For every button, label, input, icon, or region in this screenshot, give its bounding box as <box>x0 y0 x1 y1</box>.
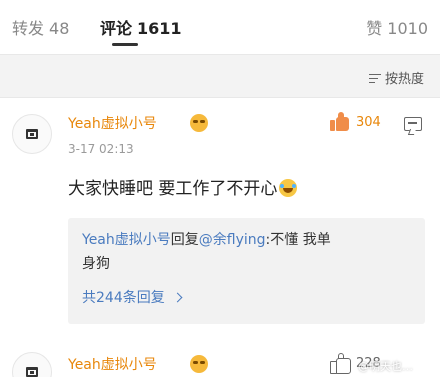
reply-thread[interactable]: Yeah虚拟小号回复@余flying:不懂 我单身狗 共244条回复 <box>68 218 425 324</box>
reply-username[interactable]: Yeah虚拟小号 <box>82 232 171 248</box>
tab-comment-count: 1611 <box>137 19 182 38</box>
view-all-replies-link[interactable]: 共244条回复 <box>82 287 183 307</box>
thumbs-up-icon <box>330 112 350 132</box>
comment-reply-icon[interactable] <box>404 117 422 131</box>
thumbs-up-icon <box>330 353 351 374</box>
laugh-cry-emoji-icon <box>279 179 298 197</box>
tab-repost-count: 48 <box>49 19 70 38</box>
sort-by-hot-button[interactable]: 按热度 <box>368 68 424 87</box>
reply-verb: 回复 <box>170 232 199 248</box>
reply-mention[interactable]: @余flying <box>199 232 266 248</box>
reply-text-line1: :不懂 我单 <box>265 232 331 248</box>
avatar[interactable] <box>12 352 52 377</box>
tab-comment[interactable]: 评论 1611 <box>100 15 182 39</box>
avatar-logo-icon <box>26 129 38 139</box>
vip-badge-icon <box>190 355 208 373</box>
sort-bar: 按热度 <box>0 54 440 98</box>
active-tab-indicator <box>112 43 138 46</box>
comment-item: Yeah虚拟小号 304 3-17 02:13 大家快睡吧 要工作了不开心 Ye… <box>0 98 440 344</box>
tab-repost[interactable]: 转发 48 <box>12 15 69 39</box>
watermark: @明天也… <box>358 360 413 373</box>
comment-username[interactable]: Yeah虚拟小号 <box>68 354 157 374</box>
tab-bar: 转发 48 评论 1611 赞 1010 <box>0 0 440 54</box>
tab-comment-label: 评论 <box>100 19 133 38</box>
tab-like-count: 1010 <box>387 19 428 38</box>
view-all-replies-label: 共244条回复 <box>82 290 165 306</box>
chevron-right-icon <box>172 292 183 302</box>
comment-username[interactable]: Yeah虚拟小号 <box>68 113 157 133</box>
like-button[interactable]: 304 <box>330 112 381 132</box>
tab-like[interactable]: 赞 1010 <box>366 15 428 39</box>
tab-repost-label: 转发 <box>12 19 45 38</box>
sort-label: 按热度 <box>384 72 424 87</box>
avatar-logo-icon <box>26 367 38 377</box>
sort-icon <box>368 72 381 84</box>
comment-text: 大家快睡吧 要工作了不开心 <box>68 174 298 199</box>
reply-preview: Yeah虚拟小号回复@余flying:不懂 我单身狗 <box>82 228 411 276</box>
avatar[interactable] <box>12 114 52 154</box>
like-count: 304 <box>356 114 381 130</box>
tab-like-label: 赞 <box>366 19 383 38</box>
comment-timestamp: 3-17 02:13 <box>68 142 134 156</box>
reply-text-line2: 身狗 <box>82 256 110 272</box>
comment-body: 大家快睡吧 要工作了不开心 <box>68 179 278 199</box>
vip-badge-icon <box>190 114 208 132</box>
